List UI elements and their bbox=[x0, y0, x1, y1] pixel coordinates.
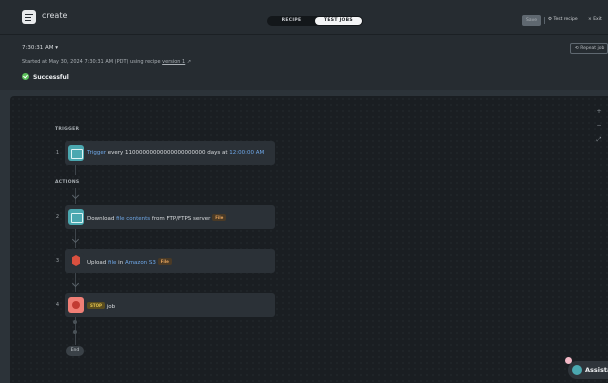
step-number: 4 bbox=[55, 302, 59, 308]
test-recipe-label: Test recipe bbox=[553, 17, 578, 22]
end-marker: End bbox=[66, 346, 84, 356]
divider bbox=[544, 17, 545, 24]
repeat-job-button[interactable]: ⟲ Repeat job bbox=[570, 43, 608, 54]
chevron-down-icon bbox=[71, 191, 80, 200]
step-download[interactable]: Download file contents from FTP/FTPS ser… bbox=[65, 205, 275, 229]
job-status: Successful bbox=[22, 73, 69, 81]
assistant-button[interactable]: Assistant bbox=[568, 361, 608, 379]
trigger-section-label: TRIGGER bbox=[55, 127, 80, 132]
recipe-version-link[interactable]: version 1 bbox=[162, 59, 185, 65]
assistant-label: Assistant bbox=[585, 366, 608, 374]
test-recipe-button[interactable]: ⚙ Test recipe bbox=[548, 17, 578, 22]
external-link-icon[interactable]: ↗ bbox=[187, 59, 191, 65]
step-stop[interactable]: STOP job bbox=[65, 293, 275, 317]
save-button[interactable]: Save bbox=[522, 15, 541, 26]
top-bar: create RECIPE TEST JOBS Save ⚙ Test reci… bbox=[0, 0, 608, 34]
repeat-label: Repeat job bbox=[580, 46, 605, 51]
step-trigger-text: Trigger every 11000000000000000000000 da… bbox=[87, 150, 264, 156]
recipe-canvas[interactable]: TRIGGER 1 Trigger every 1100000000000000… bbox=[10, 96, 608, 383]
step-text-part: in bbox=[116, 260, 125, 266]
step-number: 1 bbox=[55, 150, 59, 156]
stop-badge: STOP bbox=[87, 302, 105, 309]
chevron-down-icon bbox=[71, 235, 80, 244]
step-number: 3 bbox=[55, 258, 59, 264]
step-text-part: every 11000000000000000000000 days at bbox=[105, 150, 230, 156]
step-text-part: Upload bbox=[87, 260, 109, 266]
step-trigger[interactable]: Trigger every 11000000000000000000000 da… bbox=[65, 141, 275, 165]
recipe-title: create bbox=[42, 11, 68, 20]
view-toggle: RECIPE TEST JOBS bbox=[267, 16, 363, 26]
zoom-in-button[interactable]: + bbox=[595, 108, 603, 116]
trigger-time[interactable]: 12:00:00 AM bbox=[229, 150, 264, 156]
job-summary: 7:30:31 AM ▾ Started at May 30, 2024 7:3… bbox=[0, 34, 608, 90]
tab-recipe[interactable]: RECIPE bbox=[268, 17, 315, 25]
assistant-icon bbox=[572, 365, 582, 375]
job-started-info: Started at May 30, 2024 7:30:31 AM (PDT)… bbox=[22, 59, 191, 65]
exit-button[interactable]: × Exit bbox=[588, 17, 602, 22]
status-label: Successful bbox=[33, 74, 69, 81]
step-stop-text: STOP job bbox=[87, 302, 115, 310]
close-icon: × bbox=[588, 17, 592, 22]
step-text-part: job bbox=[104, 304, 116, 310]
connector-dot bbox=[73, 330, 77, 334]
chevron-down-icon: ▾ bbox=[55, 45, 58, 51]
ftp-icon bbox=[68, 209, 84, 225]
step-number: 2 bbox=[55, 214, 59, 220]
step-upload-text: Upload file in Amazon S3 File bbox=[87, 258, 172, 266]
file-badge: File bbox=[212, 214, 227, 221]
step-upload[interactable]: Upload file in Amazon S3 File bbox=[65, 249, 275, 273]
recipe-icon bbox=[22, 10, 36, 24]
scheduler-icon bbox=[68, 145, 84, 161]
gear-icon: ⚙ bbox=[548, 17, 553, 22]
connector bbox=[75, 165, 76, 175]
exit-label: Exit bbox=[593, 17, 602, 22]
amazon-s3-icon bbox=[68, 253, 84, 269]
step-download-text: Download file contents from FTP/FTPS ser… bbox=[87, 214, 227, 222]
notification-badge bbox=[565, 357, 572, 364]
repeat-icon: ⟲ bbox=[575, 46, 579, 51]
job-started-text: Started at May 30, 2024 7:30:31 AM (PDT)… bbox=[22, 59, 161, 65]
job-time: 7:30:31 AM bbox=[22, 45, 54, 51]
step-app-link[interactable]: Amazon S3 bbox=[125, 260, 156, 266]
step-field-link[interactable]: file contents bbox=[116, 216, 150, 222]
check-circle-icon bbox=[22, 73, 29, 80]
chevron-down-icon bbox=[71, 279, 80, 288]
step-text-part: Download bbox=[87, 216, 117, 222]
stop-icon bbox=[68, 297, 84, 313]
actions-section-label: ACTIONS bbox=[55, 180, 80, 185]
tab-test-jobs[interactable]: TEST JOBS bbox=[315, 17, 362, 25]
zoom-out-button[interactable]: − bbox=[595, 122, 603, 130]
job-selector[interactable]: 7:30:31 AM ▾ bbox=[22, 45, 58, 51]
trigger-link[interactable]: Trigger bbox=[87, 150, 106, 156]
step-text-part: from FTP/FTPS server bbox=[150, 216, 213, 222]
file-badge: File bbox=[157, 258, 172, 265]
connector-dot bbox=[73, 320, 77, 324]
fit-view-button[interactable]: ⤢ bbox=[595, 136, 603, 144]
